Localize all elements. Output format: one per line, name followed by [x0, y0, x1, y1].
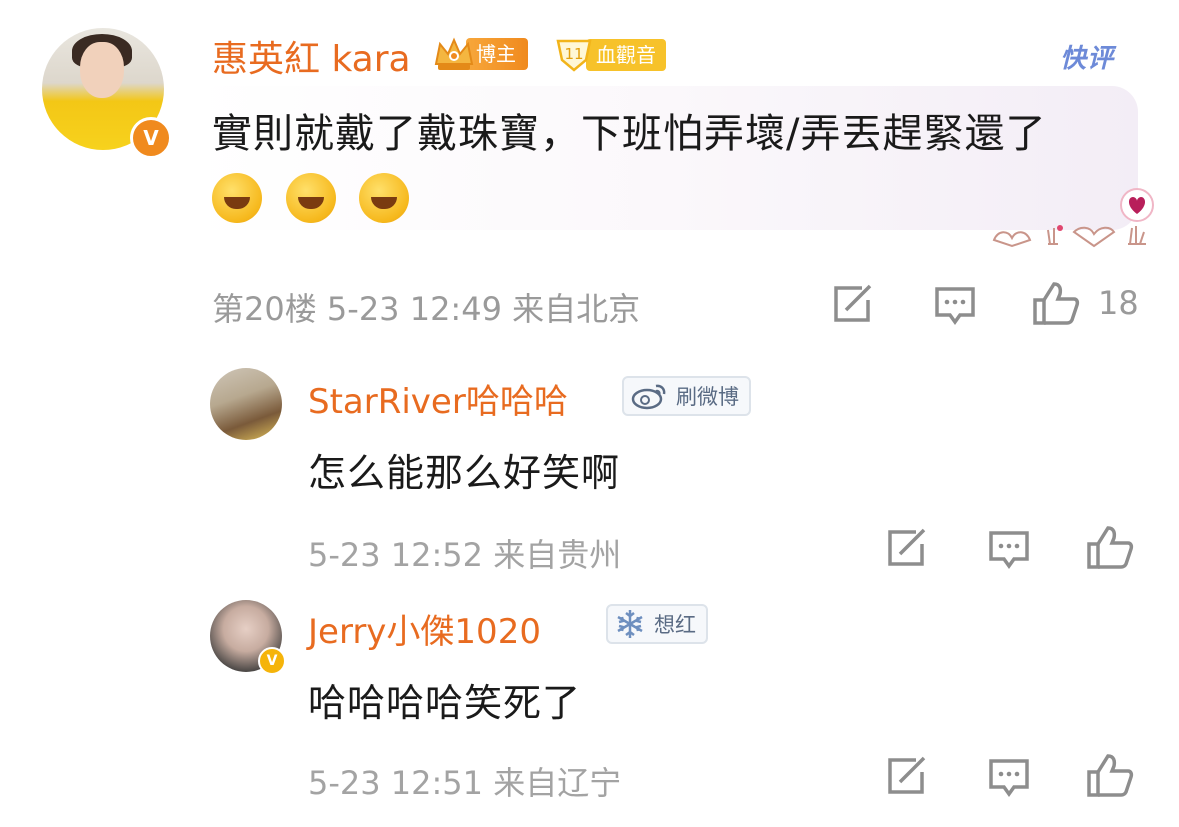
comment-icon[interactable] — [988, 758, 1030, 798]
reply-meta: 5-23 12:51 来自辽宁 — [308, 758, 621, 804]
fan-level-number: 11 — [564, 45, 583, 63]
role-badge[interactable]: 博主 — [432, 36, 528, 72]
reply-author-name[interactable]: Jerry小傑1020 — [308, 604, 541, 653]
reply-location: 来自贵州 — [493, 536, 622, 574]
user-tag[interactable]: 刷微博 — [622, 376, 751, 416]
comment-text-body: 實則就戴了戴珠寶，下班怕弄壞/弄丟趕緊還了 — [212, 111, 1047, 157]
rofl-emoji-icon — [212, 173, 262, 223]
avatar-face — [80, 42, 124, 98]
fan-level-badge[interactable]: 11 血觀音 — [554, 38, 666, 72]
user-tag-label: 刷微博 — [676, 385, 739, 409]
repost-icon[interactable] — [886, 756, 928, 796]
quick-review-button[interactable]: 快评 — [1060, 38, 1114, 75]
weibo-icon — [630, 382, 668, 410]
comment-meta: 第20楼 5-23 12:49 来自北京 — [212, 284, 640, 330]
snowflake-icon — [614, 608, 646, 640]
like-icon[interactable] — [1086, 524, 1134, 570]
verified-icon: V — [130, 117, 172, 159]
reply-location: 来自辽宁 — [493, 764, 622, 802]
user-tag-label: 想红 — [654, 613, 696, 637]
reply-text: 哈哈哈哈笑死了 — [308, 681, 582, 725]
comment-timestamp: 5-23 12:49 — [326, 290, 502, 328]
user-tag[interactable]: 想红 — [606, 604, 708, 644]
verified-icon: V — [258, 647, 286, 675]
hands-decoration-icon — [990, 222, 1155, 250]
reply-author-name[interactable]: StarRiver哈哈哈 — [308, 374, 568, 423]
rofl-emoji-icon — [359, 173, 410, 223]
crown-icon — [432, 34, 476, 74]
reply-text: 怎么能那么好笑啊 — [308, 451, 621, 495]
reply-timestamp: 5-23 12:52 — [308, 536, 484, 574]
comment-author-name[interactable]: 惠英紅 kara — [212, 30, 411, 82]
avatar[interactable] — [210, 368, 282, 440]
like-count: 18 — [1098, 284, 1139, 322]
reply-timestamp: 5-23 12:51 — [308, 764, 484, 802]
comment-icon[interactable] — [988, 530, 1030, 570]
comment-location: 来自北京 — [512, 290, 641, 328]
like-icon[interactable] — [1086, 752, 1134, 798]
fan-level-shield-icon: 11 — [554, 38, 594, 72]
comment-icon[interactable] — [934, 286, 976, 326]
reply-meta: 5-23 12:52 来自贵州 — [308, 530, 621, 576]
fan-level-label: 血觀音 — [586, 39, 666, 71]
repost-icon[interactable] — [886, 528, 928, 568]
repost-icon[interactable] — [832, 284, 874, 324]
heart-decoration-icon — [1120, 188, 1154, 222]
like-icon[interactable] — [1032, 280, 1080, 326]
floor-number: 第20楼 — [212, 290, 317, 328]
rofl-emoji-icon — [285, 173, 336, 223]
comment-text: 實則就戴了戴珠寶，下班怕弄壞/弄丟趕緊還了 — [212, 100, 1112, 236]
comment-thread: V 惠英紅 kara 博主 11 血觀音 快评 實則就戴了戴珠寶，下班怕弄壞/弄… — [0, 0, 1179, 827]
